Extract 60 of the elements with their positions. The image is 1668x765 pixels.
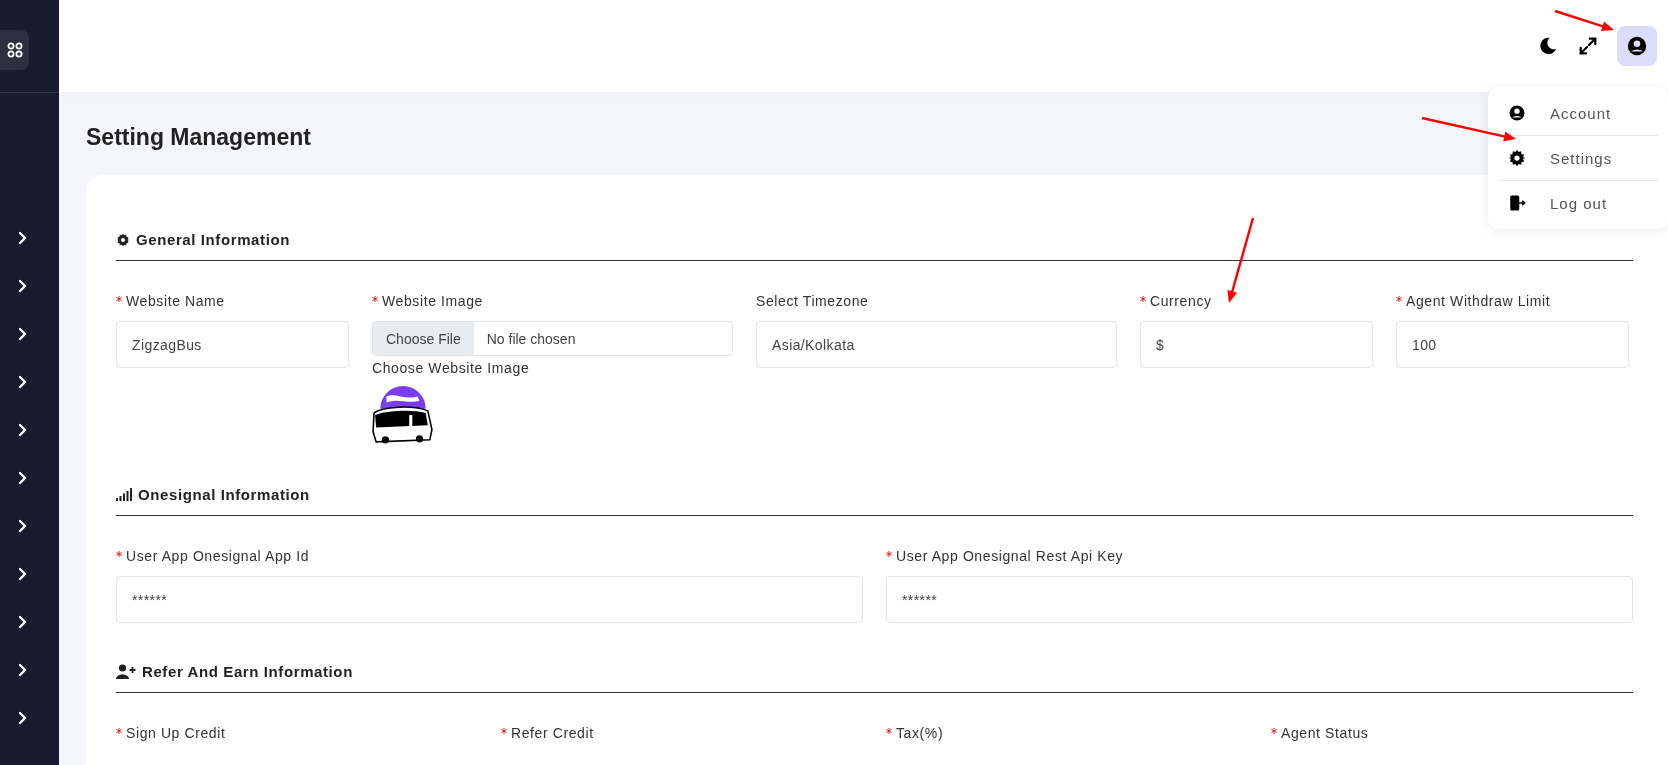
user-circle-icon bbox=[1626, 35, 1648, 57]
field-label: Refer Credit bbox=[511, 725, 594, 741]
chevron-right-icon[interactable] bbox=[17, 519, 28, 533]
signal-bars-icon bbox=[116, 488, 132, 501]
grid-icon bbox=[6, 42, 23, 58]
file-input-field[interactable]: Choose File No file chosen bbox=[372, 321, 733, 356]
user-circle-icon bbox=[1508, 104, 1526, 122]
required-asterisk-icon bbox=[501, 728, 507, 734]
chevron-right-icon[interactable] bbox=[17, 375, 28, 389]
field-label: Tax(%) bbox=[896, 725, 944, 741]
required-asterisk-icon bbox=[116, 296, 122, 302]
gear-icon bbox=[116, 232, 130, 247]
chevron-right-icon[interactable] bbox=[17, 279, 28, 293]
required-asterisk-icon bbox=[886, 728, 892, 734]
field-label: User App Onesignal Rest Api Key bbox=[896, 548, 1124, 564]
required-asterisk-icon bbox=[116, 728, 122, 734]
menu-item[interactable]: Log out bbox=[1498, 180, 1658, 225]
chevron-right-icon[interactable] bbox=[17, 471, 28, 485]
field-label: Agent Withdraw Limit bbox=[1406, 293, 1551, 309]
user-avatar-button[interactable] bbox=[1617, 26, 1657, 66]
section-title: Onesignal Information bbox=[138, 486, 310, 503]
text-input-field[interactable]: ****** bbox=[886, 576, 1633, 623]
chevron-right-icon[interactable] bbox=[17, 711, 28, 725]
field-label: Currency bbox=[1150, 293, 1212, 309]
apps-grid-button[interactable] bbox=[0, 30, 29, 70]
chevron-right-icon[interactable] bbox=[17, 423, 28, 437]
required-asterisk-icon bbox=[886, 551, 892, 557]
field-label: User App Onesignal App Id bbox=[126, 548, 310, 564]
field-label: Website Name bbox=[126, 293, 225, 309]
user-plus-icon bbox=[116, 664, 136, 679]
chevron-right-icon[interactable] bbox=[17, 231, 28, 245]
required-asterisk-icon bbox=[372, 296, 378, 302]
field-label: Agent Status bbox=[1281, 725, 1369, 741]
logout-icon bbox=[1508, 194, 1526, 212]
chevron-right-icon[interactable] bbox=[17, 327, 28, 341]
required-asterisk-icon bbox=[116, 551, 122, 557]
bus-logo-image bbox=[372, 384, 434, 446]
text-input-field[interactable]: ZigzagBus bbox=[116, 321, 349, 368]
section-title: General Information bbox=[136, 231, 290, 248]
chevron-right-icon[interactable] bbox=[17, 663, 28, 677]
required-asterisk-icon bbox=[1140, 296, 1146, 302]
text-input-field[interactable]: ****** bbox=[116, 576, 863, 623]
moon-icon[interactable] bbox=[1537, 35, 1559, 57]
gear-icon bbox=[1508, 149, 1526, 167]
section-title: Refer And Earn Information bbox=[142, 663, 353, 680]
text-input-field[interactable]: $ bbox=[1140, 321, 1373, 368]
expand-icon[interactable] bbox=[1577, 35, 1599, 57]
required-asterisk-icon bbox=[1396, 296, 1402, 302]
field-label: Website Image bbox=[382, 293, 483, 309]
chevron-right-icon[interactable] bbox=[17, 567, 28, 581]
page-title: Setting Management bbox=[86, 124, 311, 151]
annotation-arrow bbox=[1554, 9, 1614, 32]
text-input-field[interactable]: 100 bbox=[1396, 321, 1629, 368]
chevron-right-icon[interactable] bbox=[17, 615, 28, 629]
required-asterisk-icon bbox=[1271, 728, 1277, 734]
field-hint: Choose Website Image bbox=[372, 360, 530, 376]
field-label: Select Timezone bbox=[756, 293, 869, 309]
text-input-field[interactable]: Asia/Kolkata bbox=[756, 321, 1117, 368]
field-label: Sign Up Credit bbox=[126, 725, 226, 741]
menu-item[interactable]: Account bbox=[1498, 91, 1658, 135]
